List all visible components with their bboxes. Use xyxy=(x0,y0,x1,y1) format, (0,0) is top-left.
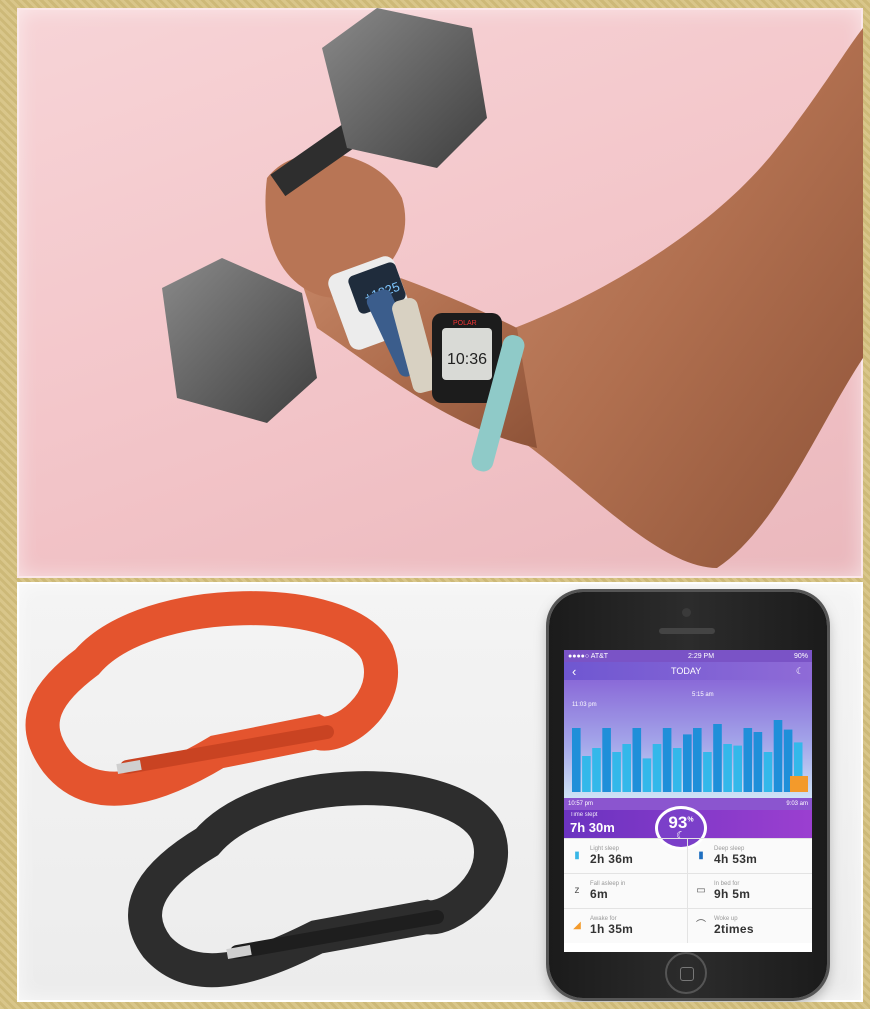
stat-value: 1h 35m xyxy=(590,922,634,936)
stat-value: 9h 5m xyxy=(714,887,751,901)
sleep-graph: 11:03 pm 5:15 am xyxy=(564,680,812,798)
status-bar: ●●●●○ AT&T 2:29 PM 90% xyxy=(564,650,812,662)
in-bed-icon: ▭ xyxy=(696,885,706,896)
fall-asleep-icon: z xyxy=(574,885,580,896)
arm-with-dumbbell-illustration: +1825 10:36 POLAR xyxy=(162,8,863,568)
battery-label: 90% xyxy=(793,652,808,660)
wristbands-illustration xyxy=(25,591,508,988)
stat-value: 4h 53m xyxy=(714,852,758,866)
stat-cell: ◢ Awake for 1h 35m xyxy=(564,908,688,943)
stat-value: 2times xyxy=(714,922,754,936)
stat-value: 2h 36m xyxy=(590,852,634,866)
awake-icon: ◢ xyxy=(573,920,581,931)
speaker-grille xyxy=(659,628,715,634)
deep-sleep-icon: ▮ xyxy=(698,850,704,861)
smartphone: ●●●●○ AT&T 2:29 PM 90% ‹ TODAY ☾ 11:03 p… xyxy=(549,592,827,998)
sleep-bar xyxy=(773,720,783,792)
wake-time-label: 9:03 am xyxy=(786,801,808,807)
sleep-bar xyxy=(713,724,722,792)
top-photo-panel: +1825 10:36 POLAR xyxy=(17,8,863,578)
time-slept-value: 7h 30m xyxy=(570,820,615,835)
orange-wristband xyxy=(25,591,398,806)
sleep-bar xyxy=(672,748,682,792)
nav-bar: ‹ TODAY ☾ xyxy=(564,662,812,680)
watch2-display: 10:36 xyxy=(447,351,487,368)
sleep-bar xyxy=(622,744,631,792)
sleep-summary: Time slept 7h 30m 93% ☾ xyxy=(564,806,812,850)
arm-shape xyxy=(487,28,863,568)
nav-title: TODAY xyxy=(671,666,702,676)
sleep-bars xyxy=(572,720,808,792)
home-button[interactable] xyxy=(665,952,707,994)
sleep-bar xyxy=(693,728,702,792)
status-time: 2:29 PM xyxy=(687,652,715,660)
woke-up-icon: ⌒ xyxy=(696,920,706,931)
sleep-bar xyxy=(683,734,692,792)
sleep-stats-grid: ▮ Light sleep 2h 36m ▮ Deep sleep 4h 53m z Fall… xyxy=(564,838,812,943)
awake-bar xyxy=(790,776,808,792)
sleep-bar xyxy=(652,744,662,792)
sleep-bar xyxy=(592,748,601,792)
stat-cell: ⌒ Woke up 2times xyxy=(688,908,812,943)
watch2-brand: POLAR xyxy=(453,320,477,327)
light-sleep-icon: ▮ xyxy=(574,850,580,861)
sleep-bar xyxy=(632,728,642,792)
dumbbell-lower-weight xyxy=(162,258,317,423)
sleep-bar xyxy=(753,732,763,792)
carrier-label: ●●●●○ AT&T xyxy=(568,652,609,660)
sleep-bar xyxy=(662,728,672,792)
phone-screen: ●●●●○ AT&T 2:29 PM 90% ‹ TODAY ☾ 11:03 p… xyxy=(564,650,812,952)
sleep-bar xyxy=(582,756,591,792)
sleep-bar xyxy=(733,745,742,792)
stat-cell: ▮ Light sleep 2h 36m xyxy=(564,838,688,873)
back-icon[interactable]: ‹ xyxy=(572,664,576,679)
stat-cell: ▮ Deep sleep 4h 53m xyxy=(688,838,812,873)
bottom-photo-panel: ●●●●○ AT&T 2:29 PM 90% ‹ TODAY ☾ 11:03 p… xyxy=(17,582,863,1002)
sleep-bar xyxy=(743,728,753,792)
sleep-quality-value: 93% xyxy=(668,813,694,832)
sleep-bar xyxy=(602,728,611,792)
sleep-bar xyxy=(723,744,732,792)
moon-nav-icon[interactable]: ☾ xyxy=(796,666,804,677)
camera-icon xyxy=(682,608,691,617)
stat-cell: ▭ In bed for 9h 5m xyxy=(688,873,812,908)
time-slept-label: Time slept xyxy=(570,812,598,818)
stat-value: 6m xyxy=(590,887,608,901)
sleep-bar xyxy=(572,728,581,792)
sleep-bar xyxy=(703,752,712,792)
stat-cell: z Fall asleep in 6m xyxy=(564,873,688,908)
sleep-bar xyxy=(763,752,773,792)
bed-time-label: 10:57 pm xyxy=(568,801,594,807)
dumbbell-upper-weight xyxy=(322,8,487,168)
sleep-bar xyxy=(642,758,652,792)
sleep-bar xyxy=(612,752,621,792)
